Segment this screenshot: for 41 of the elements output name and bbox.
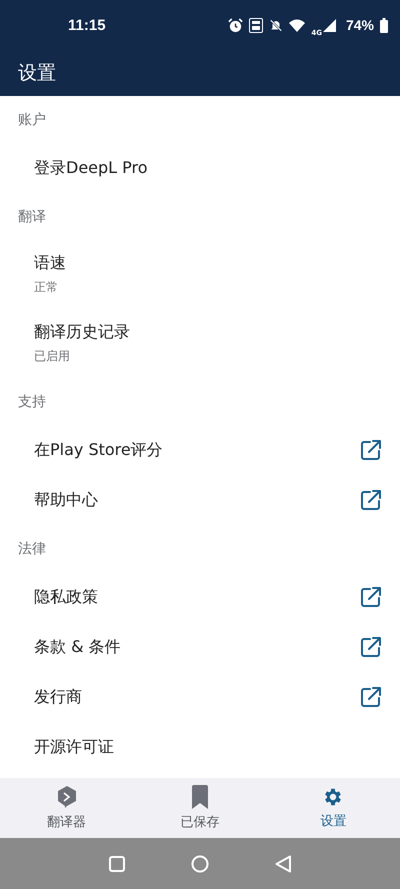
screen-title: 设置 — [18, 61, 56, 86]
nav-tab[interactable]: 设置 — [266, 778, 400, 838]
section-header: 账户 — [17, 110, 47, 130]
section-header: 支持 — [17, 392, 47, 412]
nav-tab[interactable]: 翻译器 — [0, 778, 134, 838]
home-icon[interactable] — [191, 854, 209, 872]
back-icon[interactable] — [275, 854, 291, 872]
item-label: 翻译历史记录 — [34, 322, 130, 343]
bookmark-icon — [190, 785, 209, 809]
settings-item[interactable]: 登录DeepL Pro — [0, 143, 400, 193]
battery-icon — [380, 18, 388, 32]
item-label: 语速 — [34, 253, 66, 274]
settings-item[interactable]: 开源许可证 — [0, 722, 400, 772]
translator-icon — [56, 785, 78, 809]
item-subtitle: 已启用 — [34, 348, 71, 365]
volte-icon — [249, 18, 264, 32]
settings-item[interactable]: 发行商 — [0, 672, 400, 722]
status-time: 11:15 — [68, 16, 106, 34]
settings-item[interactable]: 语速 正常 — [0, 240, 400, 309]
item-label: 开源许可证 — [34, 736, 114, 758]
section-header: 翻译 — [17, 208, 47, 226]
settings-item[interactable]: 翻译历史记录 已启用 — [0, 309, 400, 378]
section-header: 法律 — [17, 540, 47, 558]
muted-bell-icon — [269, 18, 284, 32]
item-label: 条款 & 条件 — [34, 636, 121, 658]
alarm-clock-icon — [228, 18, 244, 32]
signal-icon — [322, 18, 336, 32]
recents-icon[interactable] — [109, 856, 125, 872]
settings-item[interactable]: 帮助中心 — [0, 475, 400, 525]
settings-item[interactable]: 隐私政策 — [0, 572, 400, 622]
wifi-icon — [289, 18, 306, 32]
item-label: 帮助中心 — [34, 490, 98, 510]
nav-tab[interactable]: 已保存 — [133, 778, 267, 838]
item-label: 发行商 — [34, 686, 82, 708]
item-label: 在Play Store评分 — [34, 440, 163, 460]
item-label: 隐私政策 — [34, 586, 98, 608]
settings-item[interactable]: 条款 & 条件 — [0, 622, 400, 672]
battery-percent: 74% — [346, 17, 374, 33]
settings-item[interactable]: 在Play Store评分 — [0, 425, 400, 475]
item-subtitle: 正常 — [34, 279, 59, 296]
item-label: 登录DeepL Pro — [34, 158, 148, 178]
